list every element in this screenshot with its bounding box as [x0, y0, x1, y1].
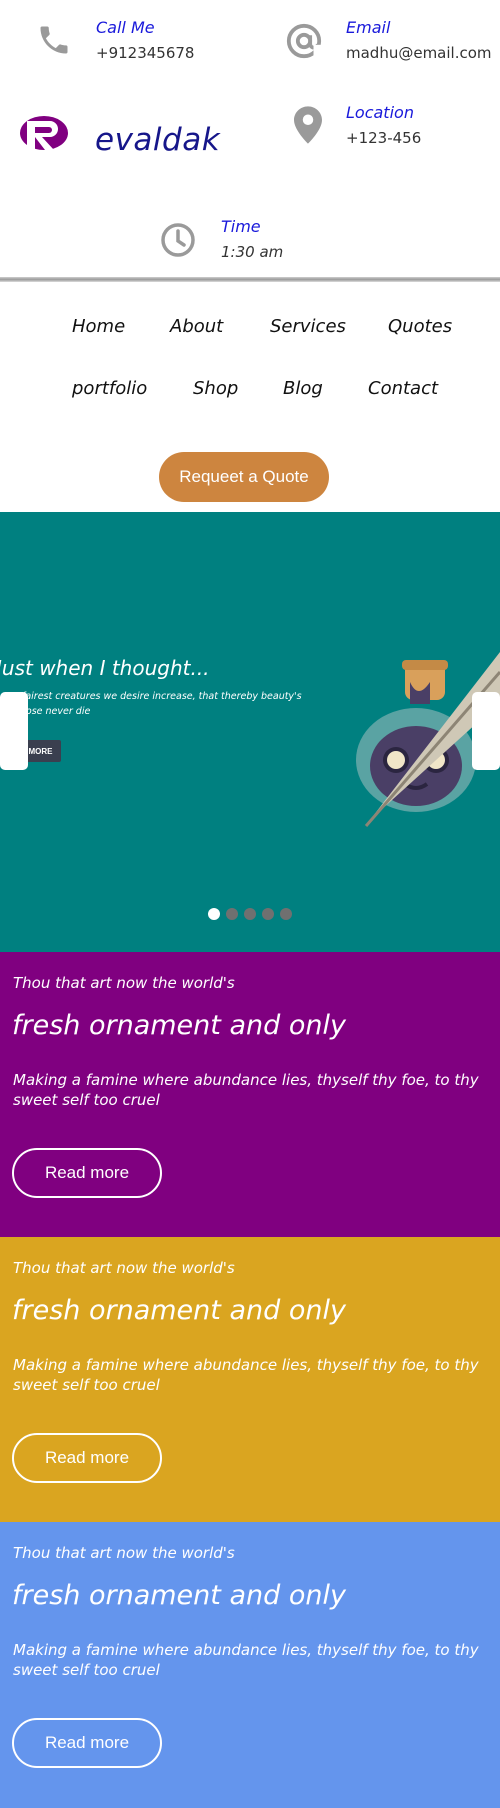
- slider-next-button[interactable]: [472, 692, 500, 770]
- at-sign-icon: [286, 23, 322, 59]
- brand-name: evaldak: [95, 122, 221, 158]
- nav-shop[interactable]: Shop: [193, 378, 238, 399]
- promo-kicker: Thou that art now the world's: [13, 1259, 235, 1277]
- time-label: Time: [221, 217, 261, 236]
- nav-blog[interactable]: Blog: [283, 378, 323, 399]
- promo-kicker: Thou that art now the world's: [13, 974, 235, 992]
- request-quote-button[interactable]: Requeet a Quote: [159, 452, 329, 502]
- phone-icon: [40, 26, 68, 54]
- map-pin-icon: [294, 106, 322, 144]
- promo-headline: fresh ornament and only: [12, 1580, 346, 1611]
- read-more-button[interactable]: Read more: [12, 1148, 162, 1198]
- nav-quotes[interactable]: Quotes: [388, 316, 452, 337]
- time-value: 1:30 am: [221, 243, 284, 261]
- nav-home[interactable]: Home: [72, 316, 125, 337]
- slider-dot-4[interactable]: [262, 908, 274, 920]
- hero-title: Just when I thought...: [0, 656, 210, 680]
- promo-headline: fresh ornament and only: [12, 1295, 346, 1326]
- promo-headline: fresh ornament and only: [12, 1010, 346, 1041]
- promo-section-2: Thou that art now the world's fresh orna…: [0, 1237, 500, 1522]
- hero-text: fairest creatures we desire increase, th…: [22, 691, 302, 717]
- read-more-button[interactable]: Read more: [12, 1718, 162, 1768]
- logo-icon: [20, 116, 68, 150]
- hero-slider: Just when I thought... fairest creatures…: [0, 512, 500, 952]
- promo-body: Making a famine where abundance lies, th…: [13, 1356, 479, 1394]
- promo-section-1: Thou that art now the world's fresh orna…: [0, 952, 500, 1237]
- slider-dot-1[interactable]: [208, 908, 220, 920]
- promo-body: Making a famine where abundance lies, th…: [13, 1071, 479, 1109]
- nav-portfolio[interactable]: portfolio: [72, 378, 147, 399]
- slider-dot-5[interactable]: [280, 908, 292, 920]
- nav-contact[interactable]: Contact: [368, 378, 438, 399]
- email-value[interactable]: madhu@email.com: [346, 44, 492, 62]
- promo-body: Making a famine where abundance lies, th…: [13, 1641, 479, 1679]
- promo-section-3: Thou that art now the world's fresh orna…: [0, 1522, 500, 1808]
- call-label: Call Me: [96, 18, 155, 37]
- location-label: Location: [346, 103, 414, 122]
- call-value[interactable]: +912345678: [96, 44, 194, 62]
- clock-icon: [161, 223, 195, 257]
- nav-services[interactable]: Services: [270, 316, 346, 337]
- slider-dot-2[interactable]: [226, 908, 238, 920]
- promo-kicker: Thou that art now the world's: [13, 1544, 235, 1562]
- slider-dot-3[interactable]: [244, 908, 256, 920]
- nav-about[interactable]: About: [170, 316, 223, 337]
- header-divider: [0, 277, 500, 282]
- read-more-button[interactable]: Read more: [12, 1433, 162, 1483]
- email-label: Email: [346, 18, 391, 37]
- location-value: +123-456: [346, 129, 422, 147]
- slider-prev-button[interactable]: [0, 692, 28, 770]
